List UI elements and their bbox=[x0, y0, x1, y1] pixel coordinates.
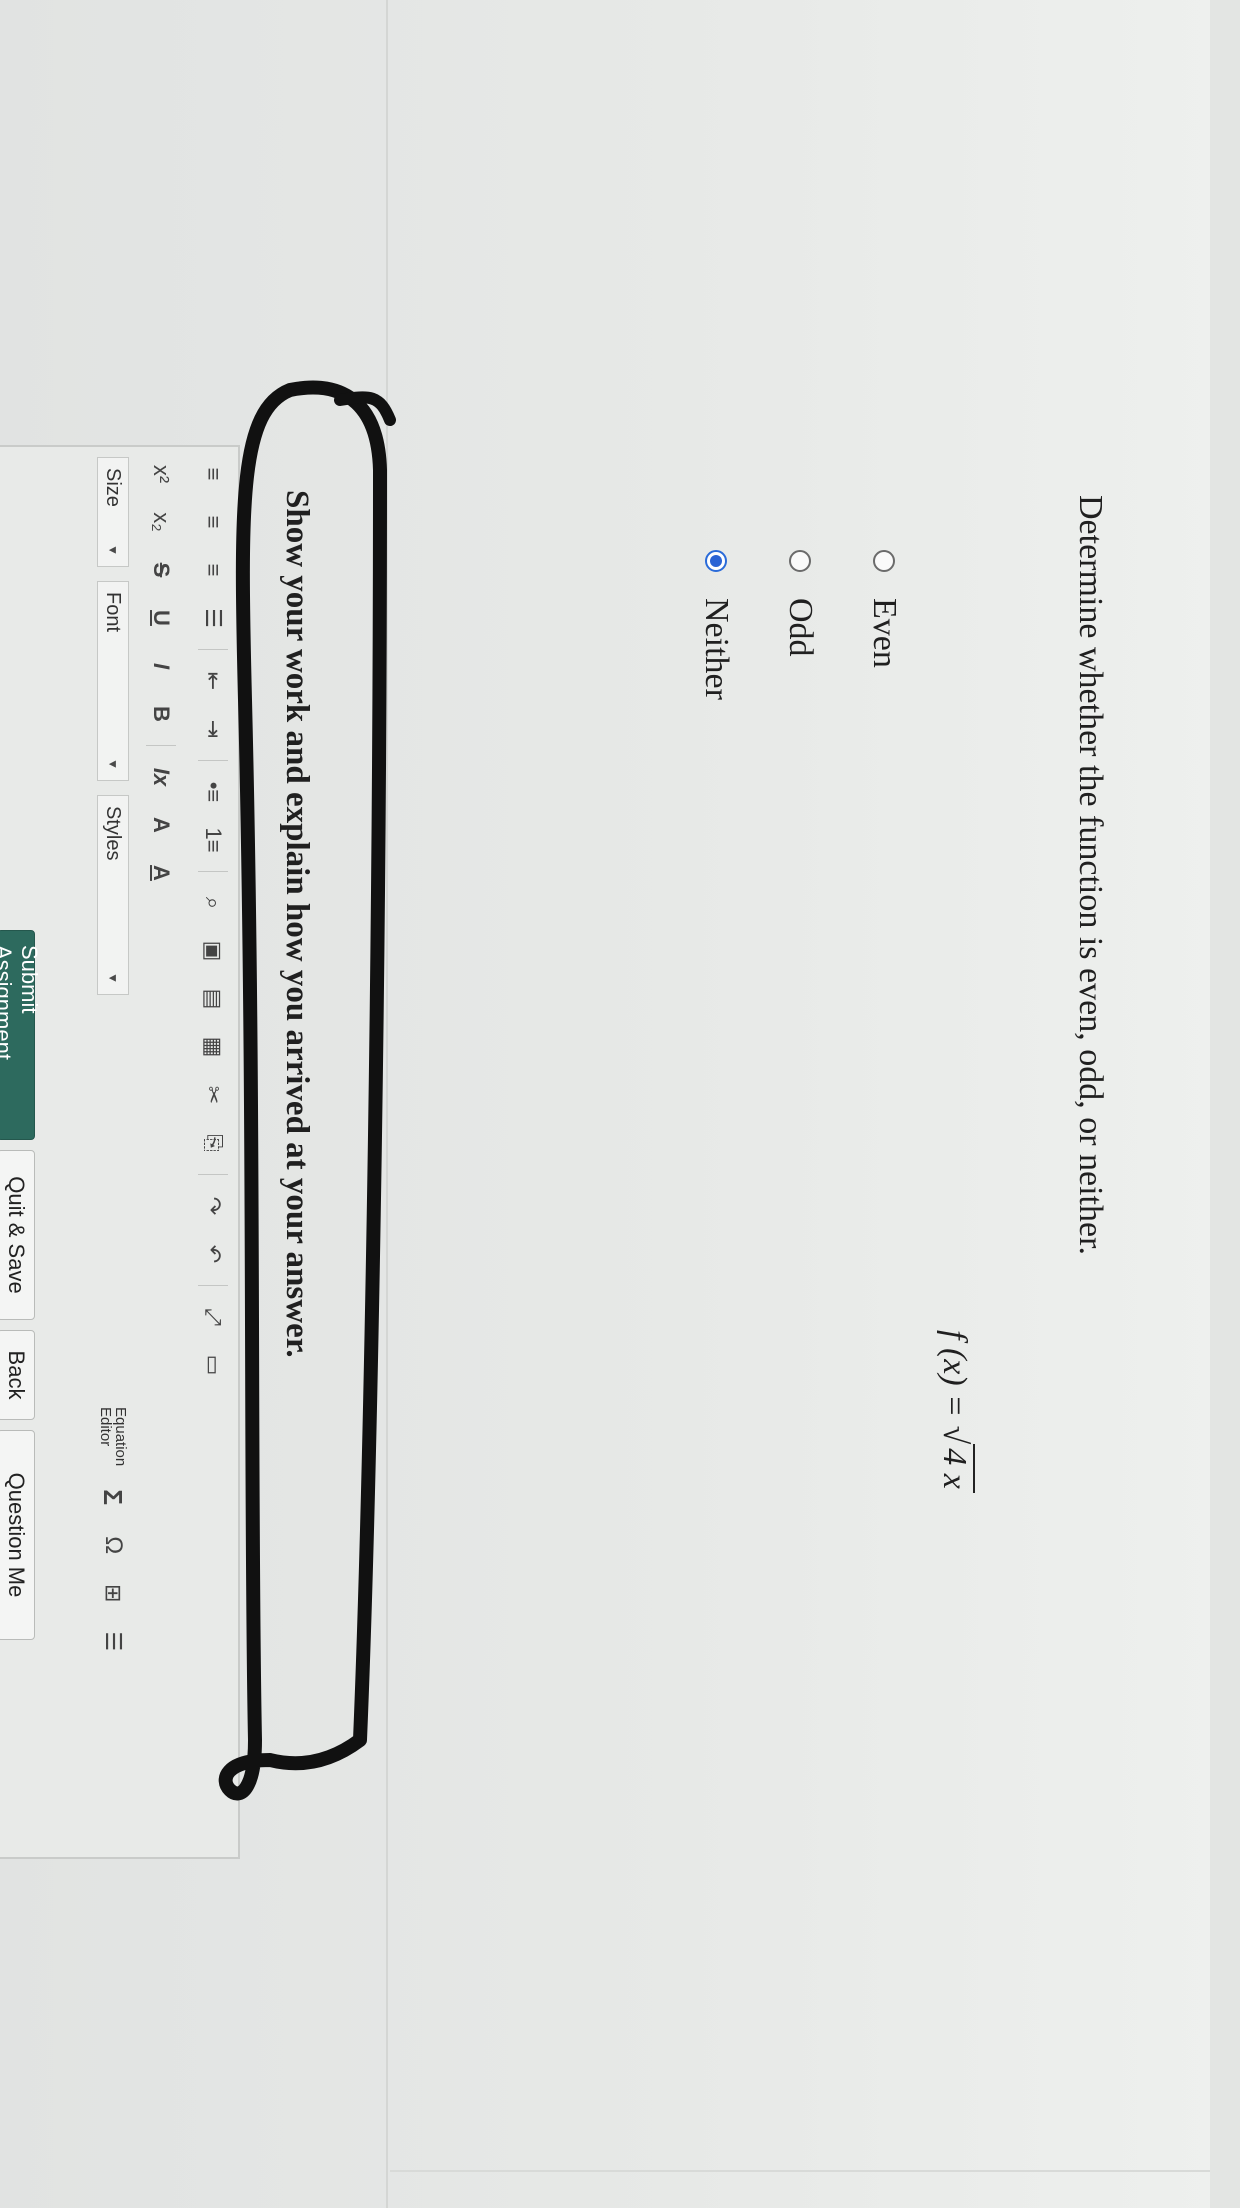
rotated-page: Determine whether the function is even, … bbox=[0, 0, 1240, 2208]
bold-button[interactable]: B bbox=[144, 697, 178, 731]
align-center-icon[interactable]: ≡ bbox=[196, 505, 230, 539]
justify-icon[interactable]: ☰ bbox=[196, 601, 230, 635]
radio-odd[interactable] bbox=[789, 550, 811, 572]
question-menu-button[interactable]: Question Me bbox=[0, 1430, 35, 1640]
chevron-down-icon: ▼ bbox=[106, 544, 120, 556]
strikethrough-button[interactable]: S bbox=[144, 553, 178, 587]
maximize-icon[interactable]: ⤢ bbox=[196, 1300, 230, 1334]
toolbar-row-1: ≡ ≡ ≡ ☰ ⇤ ⇥ •≡ 1≡ ⌕ ▣ ▤ ▦ ✂ ⎘ ↷ ↶ ⤢ ▭ bbox=[196, 457, 230, 1382]
paste-icon[interactable]: ▦ bbox=[196, 1030, 230, 1064]
align-right-icon[interactable]: ≡ bbox=[196, 553, 230, 587]
option-odd[interactable]: Odd bbox=[774, 550, 826, 700]
option-label: Even bbox=[866, 598, 903, 668]
header-band bbox=[1210, 0, 1240, 2208]
source-icon[interactable]: ▭ bbox=[196, 1348, 230, 1382]
size-label: Size bbox=[102, 468, 125, 507]
remove-format-button[interactable]: Ix bbox=[144, 760, 178, 794]
bulleted-list-icon[interactable]: •≡ bbox=[196, 775, 230, 809]
chevron-down-icon: ▼ bbox=[106, 972, 120, 984]
outdent-icon[interactable]: ⇤ bbox=[196, 664, 230, 698]
formula-radicand: 4 x bbox=[935, 1444, 975, 1493]
indent-icon[interactable]: ⇥ bbox=[196, 712, 230, 746]
table-icon[interactable]: ⊞ bbox=[96, 1576, 130, 1610]
copy-icon[interactable]: ⎘ bbox=[196, 1126, 230, 1160]
text-color-button[interactable]: A bbox=[144, 856, 178, 890]
cut-icon[interactable]: ✂ bbox=[196, 1078, 230, 1112]
radio-even[interactable] bbox=[873, 550, 895, 572]
font-label: Font bbox=[102, 592, 125, 633]
sqrt-icon: √ bbox=[936, 1425, 973, 1445]
toolbar-row-3: Size ▼ Font ▼ Styles ▼ Equation Editor Σ… bbox=[96, 457, 130, 1658]
equation-editor-line1: Equation bbox=[112, 1407, 129, 1467]
section-divider bbox=[386, 0, 388, 2208]
answer-options: Even Odd Neither bbox=[658, 550, 910, 700]
paste-word-icon[interactable]: ▣ bbox=[196, 934, 230, 968]
chevron-down-icon: ▼ bbox=[106, 758, 120, 770]
submit-assignment-button[interactable]: Submit Assignment bbox=[0, 930, 42, 1140]
formula-lhs: f (x) = bbox=[936, 1330, 973, 1426]
function-formula: f (x) = √4 x bbox=[935, 1330, 975, 1493]
size-dropdown[interactable]: Size ▼ bbox=[97, 457, 129, 567]
background-color-button[interactable]: A bbox=[144, 808, 178, 842]
font-dropdown[interactable]: Font ▼ bbox=[97, 581, 129, 781]
option-label: Odd bbox=[782, 598, 819, 657]
align-left-icon[interactable]: ≡ bbox=[196, 457, 230, 491]
undo-icon[interactable]: ↶ bbox=[196, 1237, 230, 1271]
paste-text-icon[interactable]: ▤ bbox=[196, 982, 230, 1016]
equation-editor-button[interactable]: Equation Editor bbox=[97, 1407, 129, 1467]
rich-text-editor-toolbar: ≡ ≡ ≡ ☰ ⇤ ⇥ •≡ 1≡ ⌕ ▣ ▤ ▦ ✂ ⎘ ↷ ↶ ⤢ ▭ x² bbox=[0, 445, 240, 1859]
option-label: Neither bbox=[698, 598, 735, 700]
work-prompt: Show your work and explain how you arriv… bbox=[279, 490, 315, 1358]
superscript-button[interactable]: x² bbox=[144, 457, 178, 491]
redo-icon[interactable]: ↷ bbox=[196, 1189, 230, 1223]
sigma-icon[interactable]: Σ bbox=[96, 1480, 130, 1514]
back-button[interactable]: Back bbox=[0, 1330, 35, 1420]
toolbar-row-2: x² x₂ S U I B Ix A A bbox=[144, 457, 178, 890]
equation-editor-line2: Editor bbox=[97, 1407, 114, 1447]
radio-neither[interactable] bbox=[705, 550, 727, 572]
underline-button[interactable]: U bbox=[144, 601, 178, 635]
subscript-button[interactable]: x₂ bbox=[144, 505, 178, 539]
styles-label: Styles bbox=[102, 806, 125, 861]
omega-icon[interactable]: Ω bbox=[96, 1528, 130, 1562]
question-text: Determine whether the function is even, … bbox=[1072, 495, 1109, 1256]
find-icon[interactable]: ⌕ bbox=[196, 886, 230, 920]
numbered-list-icon[interactable]: 1≡ bbox=[196, 823, 230, 857]
option-even[interactable]: Even bbox=[858, 550, 910, 700]
option-neither[interactable]: Neither bbox=[690, 550, 742, 700]
styles-dropdown[interactable]: Styles ▼ bbox=[97, 795, 129, 995]
quit-save-button[interactable]: Quit & Save bbox=[0, 1150, 35, 1320]
horizontal-rule-icon[interactable]: ☰ bbox=[96, 1624, 130, 1658]
italic-button[interactable]: I bbox=[144, 649, 178, 683]
